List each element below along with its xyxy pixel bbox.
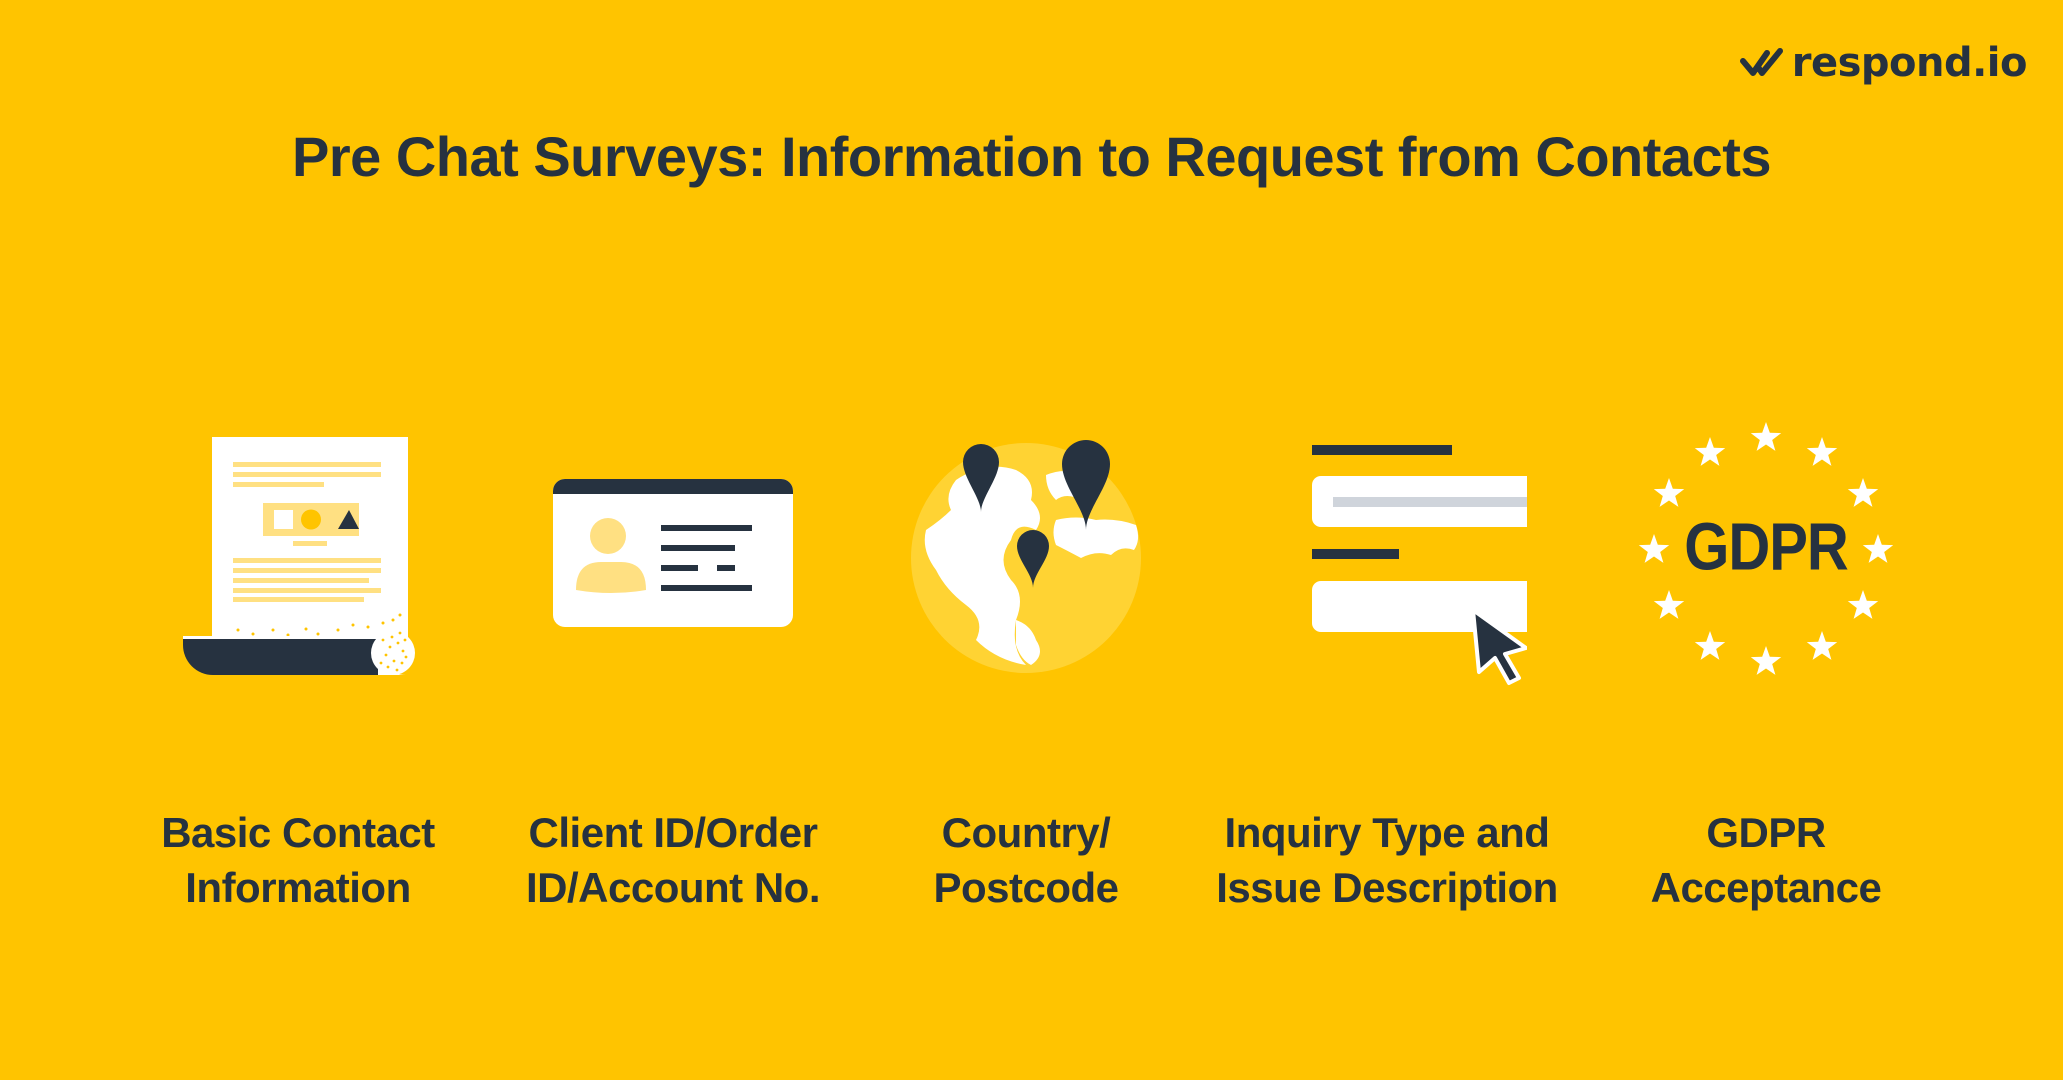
star-icon xyxy=(1847,478,1879,507)
item-label: Country/ Postcode xyxy=(933,809,1119,911)
star-icon xyxy=(1694,631,1726,660)
gdpr-badge-text: GDPR xyxy=(1684,510,1848,585)
star-icon xyxy=(1653,590,1685,619)
gdpr-stars-icon: GDPR xyxy=(1638,422,1894,675)
star-icon xyxy=(1750,422,1782,451)
star-icon xyxy=(1847,590,1879,619)
item-inquiry-type: Inquiry Type and Issue Description xyxy=(1207,400,1567,960)
globe-pins-icon xyxy=(911,440,1141,673)
star-icon xyxy=(1806,437,1838,466)
document-icon xyxy=(183,437,415,675)
star-icon xyxy=(1694,437,1726,466)
item-label: Client ID/Order ID/Account No. xyxy=(526,809,821,911)
form-cursor-icon xyxy=(1312,445,1527,685)
info-items: Basic Contact Information Client ID/Orde… xyxy=(0,0,2063,1080)
item-label: Inquiry Type and Issue Description xyxy=(1216,809,1558,911)
item-basic-contact: Basic Contact Information xyxy=(118,400,478,960)
star-icon xyxy=(1653,478,1685,507)
item-label: GDPR Acceptance xyxy=(1650,809,1882,911)
star-icon xyxy=(1862,534,1894,563)
star-icon xyxy=(1806,631,1838,660)
item-country-postcode: Country/ Postcode xyxy=(846,400,1206,960)
item-gdpr: GDPR GDPR Acceptance xyxy=(1586,400,1946,960)
item-label: Basic Contact Information xyxy=(161,809,435,911)
star-icon xyxy=(1750,646,1782,675)
item-client-id: Client ID/Order ID/Account No. xyxy=(493,400,853,960)
star-icon xyxy=(1638,534,1670,563)
id-card-icon xyxy=(553,479,793,627)
